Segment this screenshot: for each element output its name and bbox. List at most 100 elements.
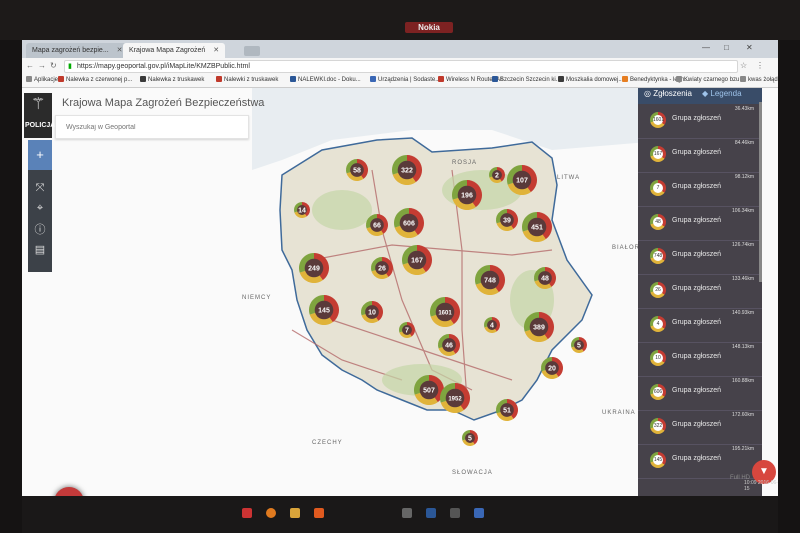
cluster-count: 167	[411, 258, 423, 265]
cluster-marker[interactable]: 39	[496, 209, 518, 231]
cluster-marker[interactable]: 145	[309, 295, 339, 325]
cluster-marker[interactable]: 5	[571, 337, 587, 353]
cluster-marker[interactable]: 48	[534, 267, 556, 289]
taskbar-app-icon[interactable]	[314, 508, 324, 518]
policja-logo: ⚚ POLICJA	[24, 93, 55, 138]
report-group-item[interactable]: 48 Grupa zgłoszeń 106.34km	[638, 206, 762, 241]
tab-close-icon[interactable]: ✕	[117, 47, 123, 54]
search-input[interactable]	[64, 123, 248, 132]
maximize-icon[interactable]: □	[724, 43, 729, 52]
taskbar-app-icon[interactable]	[290, 508, 300, 518]
cluster-pie-icon: 1601	[650, 112, 666, 128]
bookmark-item[interactable]: Aplikacje	[26, 76, 58, 83]
tab-legend[interactable]: ◆ Legenda	[702, 89, 742, 98]
tab-reports[interactable]: ◎ Zgłoszenia	[644, 89, 692, 98]
taskbar-app-icon[interactable]	[474, 508, 484, 518]
cluster-marker[interactable]: 4	[484, 317, 500, 333]
report-group-item[interactable]: 606 Grupa zgłoszeń 160.88km	[638, 376, 762, 411]
cluster-marker[interactable]: 10	[361, 301, 383, 323]
group-distance: 133.46km	[732, 276, 754, 282]
cluster-marker[interactable]: 451	[522, 212, 552, 242]
bookmark-item[interactable]: Nalewka z truskawek	[140, 76, 204, 83]
bookmark-item[interactable]: Nalewki z truskawek	[216, 76, 278, 83]
cluster-marker[interactable]: 51	[496, 399, 519, 422]
report-group-item[interactable]: 167 Grupa zgłoszeń 84.46km	[638, 138, 762, 173]
cluster-marker[interactable]: 107	[507, 165, 537, 195]
report-group-item[interactable]: 26 Grupa zgłoszeń 133.46km	[638, 274, 762, 309]
layers-button[interactable]: ▤	[28, 240, 52, 260]
cluster-marker[interactable]: 58	[346, 159, 368, 181]
expand-icon: ⤧	[35, 182, 45, 194]
taskbar-app-icon[interactable]	[426, 508, 436, 518]
bookmark-item[interactable]: Urządzenia | Sodaste...	[370, 76, 440, 83]
cluster-marker[interactable]: 167	[402, 245, 432, 275]
browser-tab-1[interactable]: Mapa zagrożeń bezpie... ✕	[26, 43, 129, 58]
cluster-marker[interactable]: 14	[294, 202, 310, 218]
cluster-count: 10	[368, 310, 376, 317]
map-area[interactable]: 58 322 2 107 196 14 66 606 39 451 249 26 167 748 48 145…	[242, 88, 672, 480]
window-close-icon[interactable]: ✕	[746, 43, 753, 52]
search-box[interactable]	[55, 115, 249, 139]
report-group-item[interactable]: 145 Grupa zgłoszeń 195.21km	[638, 444, 762, 479]
panel-scrollbar[interactable]	[759, 102, 762, 282]
cluster-marker[interactable]: 507	[414, 375, 444, 405]
browser-tab-2[interactable]: Krajowa Mapa Zagrożeń ✕	[123, 43, 226, 58]
taskbar-app-icon[interactable]	[242, 508, 252, 518]
report-group-item[interactable]: 7 Grupa zgłoszeń 98.12km	[638, 172, 762, 207]
locate-button[interactable]: ⌖	[28, 198, 52, 218]
bookmark-item[interactable]: Nalewka z czerwonej p...	[58, 76, 132, 83]
zoom-in-button[interactable]: +	[28, 140, 52, 170]
report-group-item[interactable]: 322 Grupa zgłoszeń 172.60km	[638, 410, 762, 445]
layers-icon: ▤	[34, 244, 46, 256]
bookmark-item[interactable]: kwas żołądka	[740, 76, 778, 83]
back-icon[interactable]: ←	[26, 61, 34, 70]
cluster-count: 5	[468, 436, 472, 443]
tab-close-icon[interactable]: ✕	[213, 47, 219, 54]
forward-icon[interactable]: →	[38, 61, 46, 70]
reload-icon[interactable]: ↻	[50, 61, 57, 70]
minimize-icon[interactable]: —	[702, 43, 710, 52]
new-tab-button[interactable]	[244, 46, 260, 56]
cluster-marker[interactable]: 7	[398, 322, 415, 338]
taskbar-app-icon[interactable]	[450, 508, 460, 518]
report-group-item[interactable]: 1601 Grupa zgłoszeń 36.43km	[638, 104, 762, 139]
fullscreen-button[interactable]: ⤧	[28, 178, 52, 198]
group-count: 7	[653, 183, 663, 193]
cluster-marker[interactable]: 2	[489, 167, 505, 184]
url-input[interactable]: ▮ https://mapy.geoportal.gov.pl/iMapLite…	[64, 60, 738, 73]
report-group-item[interactable]: 10 Grupa zgłoszeń 148.13km	[638, 342, 762, 377]
report-group-item[interactable]: 4 Grupa zgłoszeń 140.93km	[638, 308, 762, 343]
report-group-item[interactable]: 748 Grupa zgłoszeń 126.74km	[638, 240, 762, 275]
bookmark-item[interactable]: Szczecin Szczecin ki...	[492, 76, 561, 83]
cluster-marker[interactable]: 196	[452, 180, 482, 210]
cluster-marker[interactable]: 20	[541, 357, 563, 380]
bookmark-item[interactable]: NALEWKI.doc - Doku...	[290, 76, 361, 83]
taskbar-app-icon[interactable]	[266, 508, 276, 518]
menu-icon[interactable]: ⋮	[756, 61, 764, 70]
cluster-marker[interactable]: 1952	[440, 383, 470, 413]
bookmark-label: Nalewka z truskawek	[148, 77, 205, 83]
bookmark-item[interactable]: Moszkalia domowej...	[558, 76, 623, 83]
cluster-marker[interactable]: 46	[438, 334, 460, 356]
cluster-marker[interactable]: 26	[371, 257, 393, 279]
cluster-marker[interactable]: 389	[524, 312, 554, 342]
group-label: Grupa zgłoszeń	[672, 285, 722, 292]
cluster-marker[interactable]: 249	[299, 253, 329, 283]
browser-tabbar: Mapa zagrożeń bezpie... ✕ Krajowa Mapa Z…	[22, 40, 778, 58]
bookmark-label: kwas żołądka	[748, 77, 778, 83]
cluster-marker[interactable]: 748	[475, 265, 505, 296]
poland-map[interactable]: 58 32221071961466 606 39451249 26167748 48145…	[252, 88, 672, 480]
cluster-pie-icon: 26	[650, 282, 666, 298]
taskbar-app-icon[interactable]	[402, 508, 412, 518]
cluster-marker[interactable]: 1601	[430, 297, 460, 327]
info-button[interactable]: ⓘ	[28, 220, 52, 240]
cluster-marker[interactable]: 66	[366, 214, 388, 236]
group-count: 167	[653, 149, 663, 159]
cluster-marker[interactable]: 322	[392, 155, 422, 185]
cluster-marker[interactable]: 5	[462, 430, 478, 446]
panel-tabs: ◎ Zgłoszenia ◆ Legenda	[638, 88, 762, 104]
star-icon[interactable]: ☆	[740, 61, 747, 70]
bookmark-favicon-icon	[492, 76, 498, 82]
bookmark-item[interactable]: Kwiaty czarnego bzu	[676, 76, 739, 83]
cluster-marker[interactable]: 606	[394, 208, 424, 238]
